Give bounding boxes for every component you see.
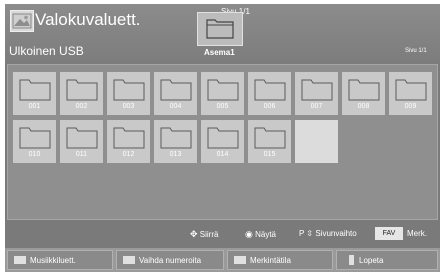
folder-tile[interactable]: 009 <box>389 72 432 115</box>
folder-grid: 001 002 003 004 005 006 007 008 009 010 … <box>7 64 438 220</box>
folder-tile[interactable]: 011 <box>60 120 103 163</box>
folder-label: 005 <box>216 103 229 110</box>
bottom-bar: Musiikkiluett. Vaihda numeroita Merkintä… <box>5 248 440 272</box>
folder-tile[interactable]: 014 <box>201 120 244 163</box>
folder-label: 006 <box>263 103 276 110</box>
folder-icon <box>254 79 286 101</box>
folder-label: 011 <box>75 151 88 158</box>
folder-icon <box>160 79 192 101</box>
folder-tile[interactable]: 004 <box>154 72 197 115</box>
folder-label: 009 <box>404 103 417 110</box>
folder-icon <box>301 79 333 101</box>
folder-tile[interactable]: 003 <box>107 72 150 115</box>
music-list-icon <box>14 256 26 264</box>
view-hint: ◉ Näytä <box>245 229 276 240</box>
folder-icon <box>19 127 51 149</box>
move-hint: ✥ Siirrä <box>190 229 218 240</box>
folder-label: 001 <box>28 103 41 110</box>
exit-label: Lopeta <box>359 256 384 265</box>
folder-label: 003 <box>122 103 135 110</box>
folder-icon <box>254 127 286 149</box>
mark-mode-button[interactable]: Merkintätila <box>227 250 333 270</box>
folder-tile[interactable]: 015 <box>248 120 291 163</box>
folder-tile[interactable]: 001 <box>13 72 56 115</box>
folder-label: 012 <box>122 151 135 158</box>
folder-icon <box>160 127 192 149</box>
photo-list-screen: Valokuvaluett. Sivu 1/1 Asema1 Ulkoinen … <box>5 4 440 272</box>
header: Valokuvaluett. Sivu 1/1 Asema1 Ulkoinen … <box>5 4 440 64</box>
folder-tile[interactable]: 002 <box>60 72 103 115</box>
folder-label: 008 <box>357 103 370 110</box>
drive-folder-icon[interactable] <box>197 12 243 46</box>
mark-mode-icon <box>234 256 246 264</box>
folder-icon <box>66 127 98 149</box>
view-hint-label: Näytä <box>255 230 276 239</box>
numbering-icon <box>123 256 135 264</box>
dpad-icon: ✥ <box>190 229 198 239</box>
folder-icon <box>113 127 145 149</box>
folder-icon <box>113 79 145 101</box>
move-hint-label: Siirrä <box>199 230 219 239</box>
device-label: Ulkoinen USB <box>9 44 84 58</box>
folder-label: 004 <box>169 103 182 110</box>
folder-label: 010 <box>28 151 41 158</box>
drive-label: Asema1 <box>204 48 235 57</box>
app-title: Valokuvaluett. <box>35 10 141 29</box>
change-numbering-button[interactable]: Vaihda numeroita <box>116 250 224 270</box>
folder-label: 013 <box>169 151 182 158</box>
folder-icon <box>207 79 239 101</box>
folder-icon <box>395 79 427 101</box>
folder-tile[interactable]: 010 <box>13 120 56 163</box>
folder-tile[interactable]: 006 <box>248 72 291 115</box>
mark-hint-label: Merk. <box>407 229 427 238</box>
change-numbering-label: Vaihda numeroita <box>139 256 202 265</box>
page-hint: P ⇳ Sivunvaihto <box>299 229 357 238</box>
folder-label: 015 <box>263 151 276 158</box>
music-list-button[interactable]: Musiikkiluett. <box>7 250 113 270</box>
folder-tile[interactable]: 008 <box>342 72 385 115</box>
folder-tile[interactable]: 012 <box>107 120 150 163</box>
folder-tile[interactable]: 005 <box>201 72 244 115</box>
photo-icon <box>10 10 34 32</box>
mark-mode-label: Merkintätila <box>250 256 291 265</box>
folder-icon <box>207 127 239 149</box>
page-hint-label: Sivunvaihto <box>315 229 357 238</box>
page-indicator-right: Sivu 1/1 <box>405 48 427 54</box>
ok-icon: ◉ <box>245 229 253 239</box>
folder-label: 007 <box>310 103 323 110</box>
exit-icon <box>349 255 354 265</box>
folder-icon <box>66 79 98 101</box>
exit-button[interactable]: Lopeta <box>336 250 438 270</box>
folder-label: 014 <box>216 151 229 158</box>
folder-icon <box>19 79 51 101</box>
empty-tile <box>295 120 338 163</box>
folder-icon <box>348 79 380 101</box>
folder-label: 002 <box>75 103 88 110</box>
fav-key-icon: FAV <box>375 227 403 240</box>
music-list-label: Musiikkiluett. <box>30 256 76 265</box>
page-key-icon: P ⇳ <box>299 229 314 238</box>
folder-tile[interactable]: 013 <box>154 120 197 163</box>
folder-tile[interactable]: 007 <box>295 72 338 115</box>
